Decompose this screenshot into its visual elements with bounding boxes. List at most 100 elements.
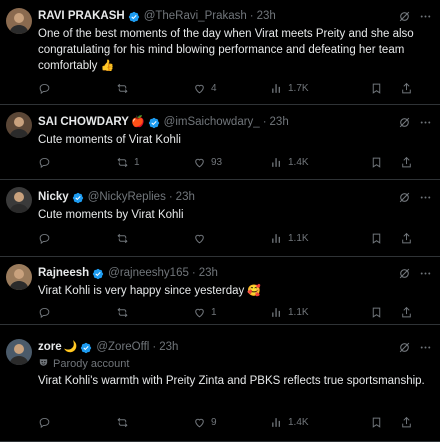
like-button[interactable] [193,232,211,245]
grok-icon[interactable] [398,267,411,280]
share-button[interactable] [400,232,413,245]
tweet[interactable]: RAVI PRAKASH @TheRavi_Prakash · 23h One of t… [0,0,440,105]
timestamp[interactable]: 23h [257,9,276,24]
more-icon[interactable] [419,341,432,354]
reply-button[interactable] [38,306,56,319]
author-handle[interactable]: @rajneeshy165 [108,266,189,281]
header-actions [398,115,432,130]
like-button[interactable]: 9 [193,416,217,429]
share-button[interactable] [400,306,413,319]
reply-button[interactable] [38,232,56,245]
like-button[interactable]: 93 [193,156,222,169]
avatar[interactable] [6,339,32,365]
header-actions [398,9,432,24]
retweet-button[interactable] [116,232,134,245]
verified-badge-icon [128,11,140,23]
tweet-text: Cute moments of Virat Kohli [38,132,432,148]
retweet-count: 1 [134,156,140,168]
bookmark-button[interactable] [370,156,383,169]
views-icon [270,232,283,245]
header-actions [398,190,432,205]
views-button[interactable]: 1.4K [270,416,309,429]
views-count: 1.1K [288,232,309,244]
more-icon[interactable] [419,267,432,280]
views-button[interactable]: 1.4K [270,156,309,169]
share-button[interactable] [400,416,413,429]
reply-icon [38,416,51,429]
share-button[interactable] [400,82,413,95]
share-icon [400,156,413,169]
author-name[interactable]: SAI CHOWDARY [38,115,129,130]
tweet[interactable]: SAI CHOWDARY 🍎 @imSaichowdary_ · 23h Cute mom… [0,105,440,180]
retweet-button[interactable] [116,82,134,95]
views-button[interactable]: 1.7K [270,82,309,95]
author-name[interactable]: zore [38,340,62,355]
avatar[interactable] [6,112,32,138]
views-count: 1.4K [288,156,309,168]
verified-badge-icon [148,117,160,129]
grok-icon[interactable] [398,116,411,129]
author-name[interactable]: Rajneesh [38,266,89,281]
grok-icon[interactable] [398,341,411,354]
author-handle[interactable]: @ZoreOffl [96,340,149,355]
share-button[interactable] [400,156,413,169]
bookmark-button[interactable] [370,232,383,245]
bookmark-button[interactable] [370,306,383,319]
timestamp[interactable]: 23h [199,266,218,281]
separator-dot: · [168,191,173,203]
author-handle[interactable]: @imSaichowdary_ [164,115,260,130]
more-icon[interactable] [419,191,432,204]
grok-icon[interactable] [398,10,411,23]
views-count: 1.1K [288,306,309,318]
views-count: 1.4K [288,416,309,428]
bookmark-button[interactable] [370,82,383,95]
verified-badge-icon [72,192,84,204]
retweet-button[interactable] [116,306,134,319]
retweet-button[interactable] [116,416,134,429]
retweet-icon [116,156,129,169]
views-button[interactable]: 1.1K [270,306,309,319]
tweet-content: Nicky @NickyReplies · 23h Cute moments by Vi… [38,190,432,223]
tweet-actions: 1.1K [38,230,432,246]
avatar[interactable] [6,8,32,34]
tweet-feed: RAVI PRAKASH @TheRavi_Prakash · 23h One of t… [0,0,440,442]
header-actions [398,340,432,355]
reply-button[interactable] [38,82,56,95]
tweet[interactable]: Nicky @NickyReplies · 23h Cute moments by Vi… [0,180,440,257]
reply-button[interactable] [38,416,56,429]
grok-icon[interactable] [398,191,411,204]
tweet-body: One of the best moments of the day when … [38,28,414,72]
author-handle[interactable]: @TheRavi_Prakash [144,9,247,24]
reply-button[interactable] [38,156,56,169]
like-icon [193,156,206,169]
like-button[interactable]: 4 [193,82,217,95]
like-icon [193,232,206,245]
bookmark-icon [370,82,383,95]
tweet-actions: 4 1.7K [38,80,432,96]
like-button[interactable]: 1 [193,306,217,319]
tweet-text: One of the best moments of the day when … [38,26,432,74]
like-icon [193,416,206,429]
tweet-header: SAI CHOWDARY 🍎 @imSaichowdary_ · 23h [38,115,432,130]
bookmark-button[interactable] [370,416,383,429]
avatar[interactable] [6,264,32,290]
views-icon [270,82,283,95]
more-icon[interactable] [419,116,432,129]
author-name[interactable]: RAVI PRAKASH [38,9,125,24]
avatar[interactable] [6,187,32,213]
parody-mask-icon [38,357,49,371]
tweet-body: Virat Kohli is very happy since yesterda… [38,285,245,297]
timestamp[interactable]: 23h [176,190,195,205]
name-emoji: 🌙 [63,341,78,353]
bookmark-icon [370,156,383,169]
author-name[interactable]: Nicky [38,190,69,205]
tweet[interactable]: zore 🌙 @ZoreOffl · 23h Parody account Virat Ko… [0,325,440,442]
more-icon[interactable] [419,10,432,23]
views-button[interactable]: 1.1K [270,232,309,245]
timestamp[interactable]: 23h [270,115,289,130]
timestamp[interactable]: 23h [159,340,178,355]
parody-label: Parody account [38,357,432,371]
retweet-button[interactable]: 1 [116,156,140,169]
author-handle[interactable]: @NickyReplies [88,190,166,205]
tweet[interactable]: Rajneesh @rajneeshy165 · 23h Virat Kohli is … [0,257,440,325]
